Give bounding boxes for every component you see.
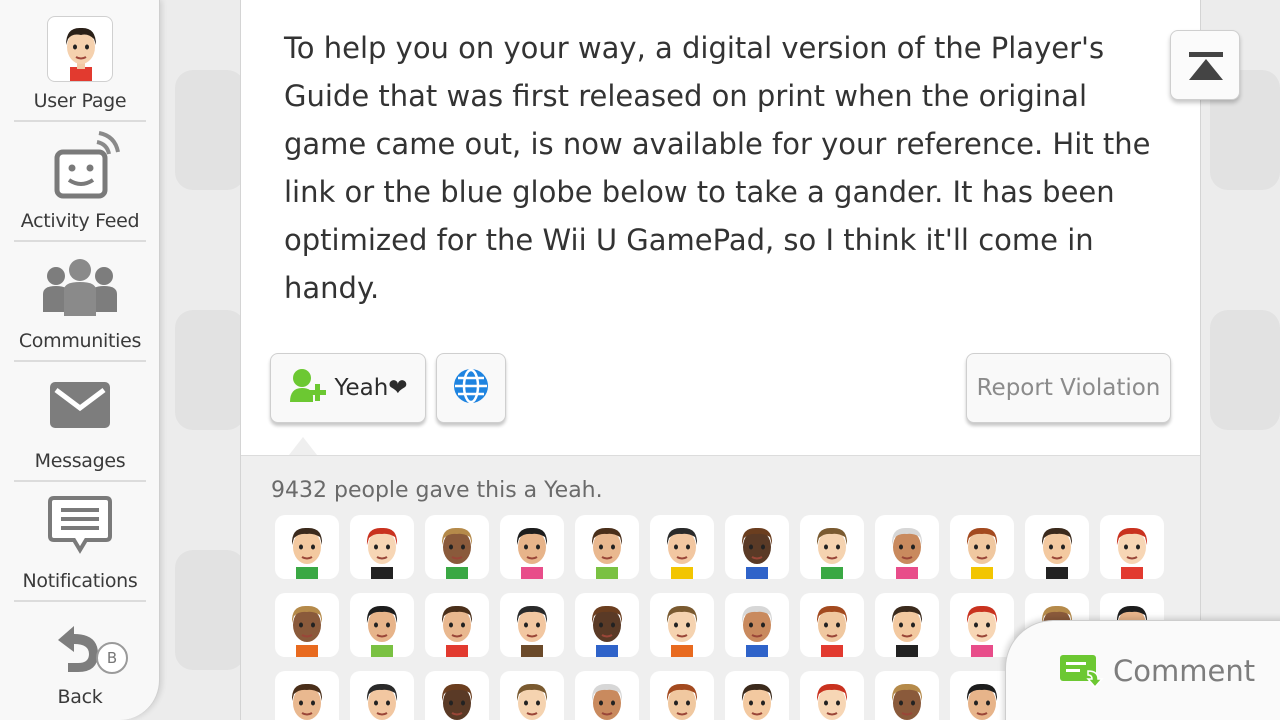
back-arrow-icon bbox=[44, 618, 104, 682]
mii-avatar[interactable] bbox=[575, 593, 639, 657]
comment-icon bbox=[1058, 653, 1104, 693]
envelope-icon bbox=[48, 380, 112, 436]
scroll-top-icon bbox=[1189, 52, 1223, 86]
comment-label: Comment bbox=[1113, 654, 1256, 688]
mii-avatar[interactable] bbox=[500, 515, 564, 579]
globe-link-button[interactable] bbox=[436, 353, 506, 423]
sidebar-item-notifications[interactable]: Notifications bbox=[14, 482, 146, 602]
mii-avatar[interactable] bbox=[575, 515, 639, 579]
report-violation-button[interactable]: Report Violation bbox=[966, 353, 1171, 423]
globe-icon bbox=[452, 367, 490, 409]
mii-avatar[interactable] bbox=[875, 593, 939, 657]
yeah-button[interactable]: Yeah❤ bbox=[270, 353, 426, 423]
mii-avatar[interactable] bbox=[875, 671, 939, 720]
sidebar-item-label: Back bbox=[57, 686, 103, 708]
mii-avatar[interactable] bbox=[800, 593, 864, 657]
sidebar-item-label: User Page bbox=[33, 90, 127, 112]
post-body-text: To help you on your way, a digital versi… bbox=[284, 31, 1151, 305]
mii-avatar[interactable] bbox=[275, 515, 339, 579]
back-button[interactable]: B Back bbox=[14, 602, 146, 720]
mii-avatar[interactable] bbox=[575, 671, 639, 720]
mii-avatar[interactable] bbox=[350, 671, 414, 720]
bg-tile bbox=[175, 550, 245, 670]
activity-feed-icon bbox=[35, 128, 125, 208]
mii-avatar[interactable] bbox=[425, 593, 489, 657]
sidebar-item-communities[interactable]: Communities bbox=[14, 242, 146, 362]
sidebar-item-label: Notifications bbox=[22, 570, 138, 592]
comment-button[interactable]: Comment bbox=[1005, 620, 1280, 720]
sidebar-item-label: Messages bbox=[34, 450, 126, 472]
yeah-label: Yeah❤ bbox=[334, 375, 408, 401]
mii-avatar[interactable] bbox=[1100, 515, 1164, 579]
mii-avatar[interactable] bbox=[800, 671, 864, 720]
mii-avatar[interactable] bbox=[275, 593, 339, 657]
communities-icon bbox=[40, 256, 120, 322]
sidebar-item-label: Communities bbox=[18, 330, 142, 352]
mii-avatar[interactable] bbox=[950, 593, 1014, 657]
user-avatar bbox=[47, 16, 113, 82]
bg-tile bbox=[175, 70, 245, 190]
sidebar-item-activity-feed[interactable]: Activity Feed bbox=[14, 122, 146, 242]
mii-avatar[interactable] bbox=[500, 671, 564, 720]
report-violation-label: Report Violation bbox=[976, 375, 1161, 401]
sidebar-item-messages[interactable]: Messages bbox=[14, 362, 146, 482]
yeah-pointer bbox=[289, 437, 317, 455]
mii-avatar[interactable] bbox=[725, 515, 789, 579]
mii-avatar[interactable] bbox=[950, 515, 1014, 579]
sidebar-item-label: Activity Feed bbox=[20, 210, 140, 232]
mii-avatar[interactable] bbox=[275, 671, 339, 720]
mii-avatar[interactable] bbox=[425, 515, 489, 579]
bg-tile bbox=[175, 310, 245, 430]
mii-avatar[interactable] bbox=[650, 671, 714, 720]
mii-avatar[interactable] bbox=[650, 593, 714, 657]
mii-avatar[interactable] bbox=[350, 515, 414, 579]
b-button-badge: B bbox=[96, 642, 128, 674]
yeah-count: 9432 people gave this a Yeah. bbox=[271, 478, 603, 503]
post-panel: To help you on your way, a digital versi… bbox=[240, 0, 1201, 720]
mii-avatar[interactable] bbox=[875, 515, 939, 579]
mii-avatar[interactable] bbox=[725, 593, 789, 657]
mii-avatar[interactable] bbox=[800, 515, 864, 579]
mii-avatar[interactable] bbox=[500, 593, 564, 657]
mii-avatar[interactable] bbox=[725, 671, 789, 720]
sidebar: User Page Activity Feed Communities Mess… bbox=[0, 0, 160, 720]
sidebar-item-user-page[interactable]: User Page bbox=[14, 2, 146, 122]
scroll-to-top-button[interactable] bbox=[1170, 30, 1240, 100]
mii-avatar[interactable] bbox=[425, 671, 489, 720]
bg-tile bbox=[1210, 310, 1280, 430]
yeah-icon bbox=[288, 368, 328, 408]
mii-avatar[interactable] bbox=[1025, 515, 1089, 579]
mii-avatar[interactable] bbox=[350, 593, 414, 657]
mii-avatar[interactable] bbox=[650, 515, 714, 579]
notifications-icon bbox=[48, 496, 112, 560]
